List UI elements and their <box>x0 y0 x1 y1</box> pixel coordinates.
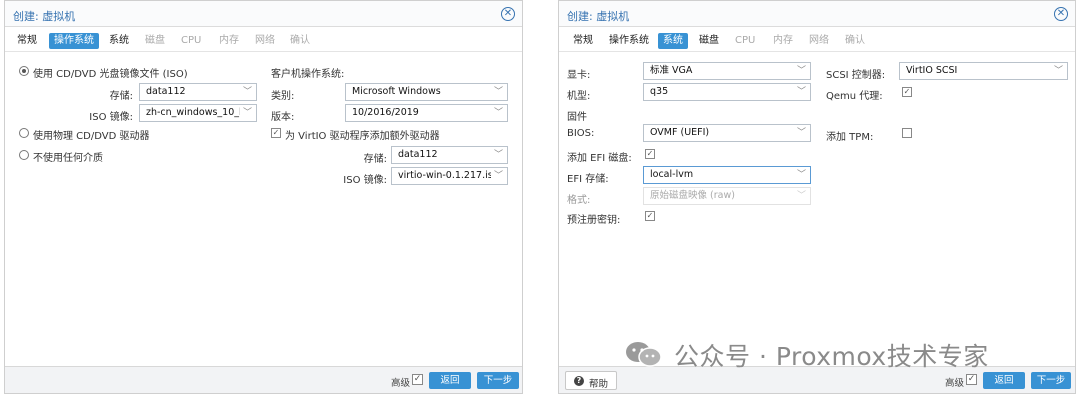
efi-disk-label: 添加 EFI 磁盘: <box>567 153 632 164</box>
tab-system[interactable]: 系统 <box>109 33 129 49</box>
vm-wizard-window-os: 创建: 虚拟机 ✕ 常规 操作系统 系统 磁盘 CPU 内存 网络 确认 使用 … <box>4 0 523 394</box>
wechat-icon <box>626 342 662 367</box>
help-icon: ? <box>574 376 584 386</box>
storage-select[interactable]: data112 ﹀ <box>139 83 257 101</box>
chevron-down-icon: ﹀ <box>493 87 503 97</box>
firmware-heading: 固件 <box>567 112 587 123</box>
advanced-checkbox[interactable]: ✓ <box>966 374 977 385</box>
tab-memory[interactable]: 内存 <box>219 33 239 49</box>
chevron-down-icon: ﹀ <box>493 108 503 118</box>
machine-select[interactable]: q35 ﹀ <box>643 83 811 101</box>
os-version-select[interactable]: 10/2016/2019 ﹀ <box>345 104 508 122</box>
iso-radio[interactable] <box>19 66 29 76</box>
machine-label: 机型: <box>567 91 591 102</box>
window-title: 创建: 虚拟机 <box>567 10 630 23</box>
iso-radio-label: 使用 CD/DVD 光盘镜像文件 (ISO) <box>33 69 188 80</box>
pre-enroll-checkbox[interactable]: ✓ <box>645 211 655 221</box>
physical-drive-label: 使用物理 CD/DVD 驱动器 <box>33 131 150 142</box>
tab-general[interactable]: 常规 <box>573 33 593 49</box>
graphics-label: 显卡: <box>567 70 591 81</box>
efi-storage-label: EFI 存储: <box>567 174 609 185</box>
close-icon[interactable]: ✕ <box>1054 7 1068 21</box>
os-version-label: 版本: <box>271 112 295 123</box>
tab-disks[interactable]: 磁盘 <box>699 33 719 49</box>
chevron-down-icon: ﹀ <box>242 108 252 118</box>
scsi-label: SCSI 控制器: <box>826 70 886 81</box>
bios-select[interactable]: OVMF (UEFI) ﹀ <box>643 124 811 142</box>
advanced-checkbox[interactable]: ✓ <box>412 374 423 385</box>
graphics-select[interactable]: 标准 VGA ﹀ <box>643 62 811 80</box>
no-media-radio[interactable] <box>19 150 29 160</box>
wizard-footer: 高级 ✓ 返回 下一步 <box>5 366 522 393</box>
chevron-down-icon: ﹀ <box>493 171 503 181</box>
physical-drive-radio[interactable] <box>19 128 29 138</box>
chevron-down-icon: ﹀ <box>796 191 806 201</box>
virtio-iso-select[interactable]: virtio-win-0.1.217.iso ﹀ <box>391 167 508 185</box>
os-panel: 使用 CD/DVD 光盘镜像文件 (ISO) 存储: data112 ﹀ ISO … <box>5 53 522 366</box>
chevron-down-icon: ﹀ <box>796 66 806 76</box>
advanced-label: 高级 <box>945 378 965 389</box>
efi-disk-checkbox[interactable]: ✓ <box>645 149 655 159</box>
back-button[interactable]: 返回 <box>429 372 471 389</box>
chevron-down-icon: ﹀ <box>796 128 806 138</box>
chevron-down-icon: ﹀ <box>493 150 503 160</box>
tab-cpu[interactable]: CPU <box>181 33 201 49</box>
qemu-agent-checkbox[interactable]: ✓ <box>902 87 912 97</box>
tab-memory[interactable]: 内存 <box>773 33 793 49</box>
tpm-checkbox[interactable] <box>902 128 912 138</box>
window-title: 创建: 虚拟机 <box>13 10 76 23</box>
close-icon[interactable]: ✕ <box>501 7 515 21</box>
iso-image-label: ISO 镜像: <box>89 112 133 123</box>
virtio-label: 为 VirtIO 驱动程序添加额外驱动器 <box>285 131 440 142</box>
tab-os[interactable]: 操作系统 <box>49 33 99 49</box>
wizard-tabs: 常规 操作系统 系统 磁盘 CPU 内存 网络 确认 <box>559 30 1075 52</box>
tab-general[interactable]: 常规 <box>17 33 37 49</box>
guest-os-heading: 客户机操作系统: <box>271 69 345 80</box>
tab-disks[interactable]: 磁盘 <box>145 33 165 49</box>
watermark-text: 公众号 · Proxmox技术专家 <box>674 342 989 371</box>
iso-image-select[interactable]: zh-cn_windows_10_business﹀ <box>139 104 257 122</box>
window-titlebar: 创建: 虚拟机 ✕ <box>5 1 522 27</box>
virtio-checkbox[interactable]: ✓ <box>271 128 281 138</box>
os-type-label: 类别: <box>271 91 295 102</box>
chevron-down-icon: ﹀ <box>242 87 252 97</box>
pre-enroll-label: 预注册密钥: <box>567 215 621 226</box>
tab-confirm[interactable]: 确认 <box>845 33 865 49</box>
tab-cpu[interactable]: CPU <box>735 33 755 49</box>
chevron-down-icon: ﹀ <box>796 170 806 180</box>
virtio-storage-label: 存储: <box>363 154 387 165</box>
chevron-down-icon: ﹀ <box>796 87 806 97</box>
tab-network[interactable]: 网络 <box>809 33 829 49</box>
qemu-agent-label: Qemu 代理: <box>826 91 883 102</box>
no-media-label: 不使用任何介质 <box>33 153 103 164</box>
next-button[interactable]: 下一步 <box>477 372 519 389</box>
vm-wizard-window-system: 创建: 虚拟机 ✕ 常规 操作系统 系统 磁盘 CPU 内存 网络 确认 显卡:… <box>558 0 1076 394</box>
tab-confirm[interactable]: 确认 <box>290 33 310 49</box>
window-titlebar: 创建: 虚拟机 ✕ <box>559 1 1075 27</box>
os-type-select[interactable]: Microsoft Windows ﹀ <box>345 83 508 101</box>
format-label: 格式: <box>567 195 591 206</box>
tab-os[interactable]: 操作系统 <box>609 33 649 49</box>
storage-label: 存储: <box>109 91 133 102</box>
tab-network[interactable]: 网络 <box>255 33 275 49</box>
virtio-storage-select[interactable]: data112 ﹀ <box>391 146 508 164</box>
bios-label: BIOS: <box>567 128 595 139</box>
next-button[interactable]: 下一步 <box>1031 372 1071 389</box>
scsi-select[interactable]: VirtIO SCSI ﹀ <box>899 62 1068 80</box>
help-button[interactable]: ? 帮助 <box>565 371 617 390</box>
virtio-iso-label: ISO 镜像: <box>343 175 387 186</box>
efi-storage-select[interactable]: local-lvm ﹀ <box>643 166 811 184</box>
tab-system[interactable]: 系统 <box>658 33 688 49</box>
advanced-label: 高级 <box>391 378 411 389</box>
back-button[interactable]: 返回 <box>983 372 1025 389</box>
format-select[interactable]: 原始磁盘映像 (raw) ﹀ <box>643 187 811 205</box>
tpm-label: 添加 TPM: <box>826 132 874 143</box>
wizard-tabs: 常规 操作系统 系统 磁盘 CPU 内存 网络 确认 <box>5 30 522 52</box>
chevron-down-icon: ﹀ <box>1053 66 1063 76</box>
system-panel: 显卡: 标准 VGA ﹀ 机型: q35 ﹀ 固件 BIOS: OVMF (UEFI… <box>559 53 1075 366</box>
